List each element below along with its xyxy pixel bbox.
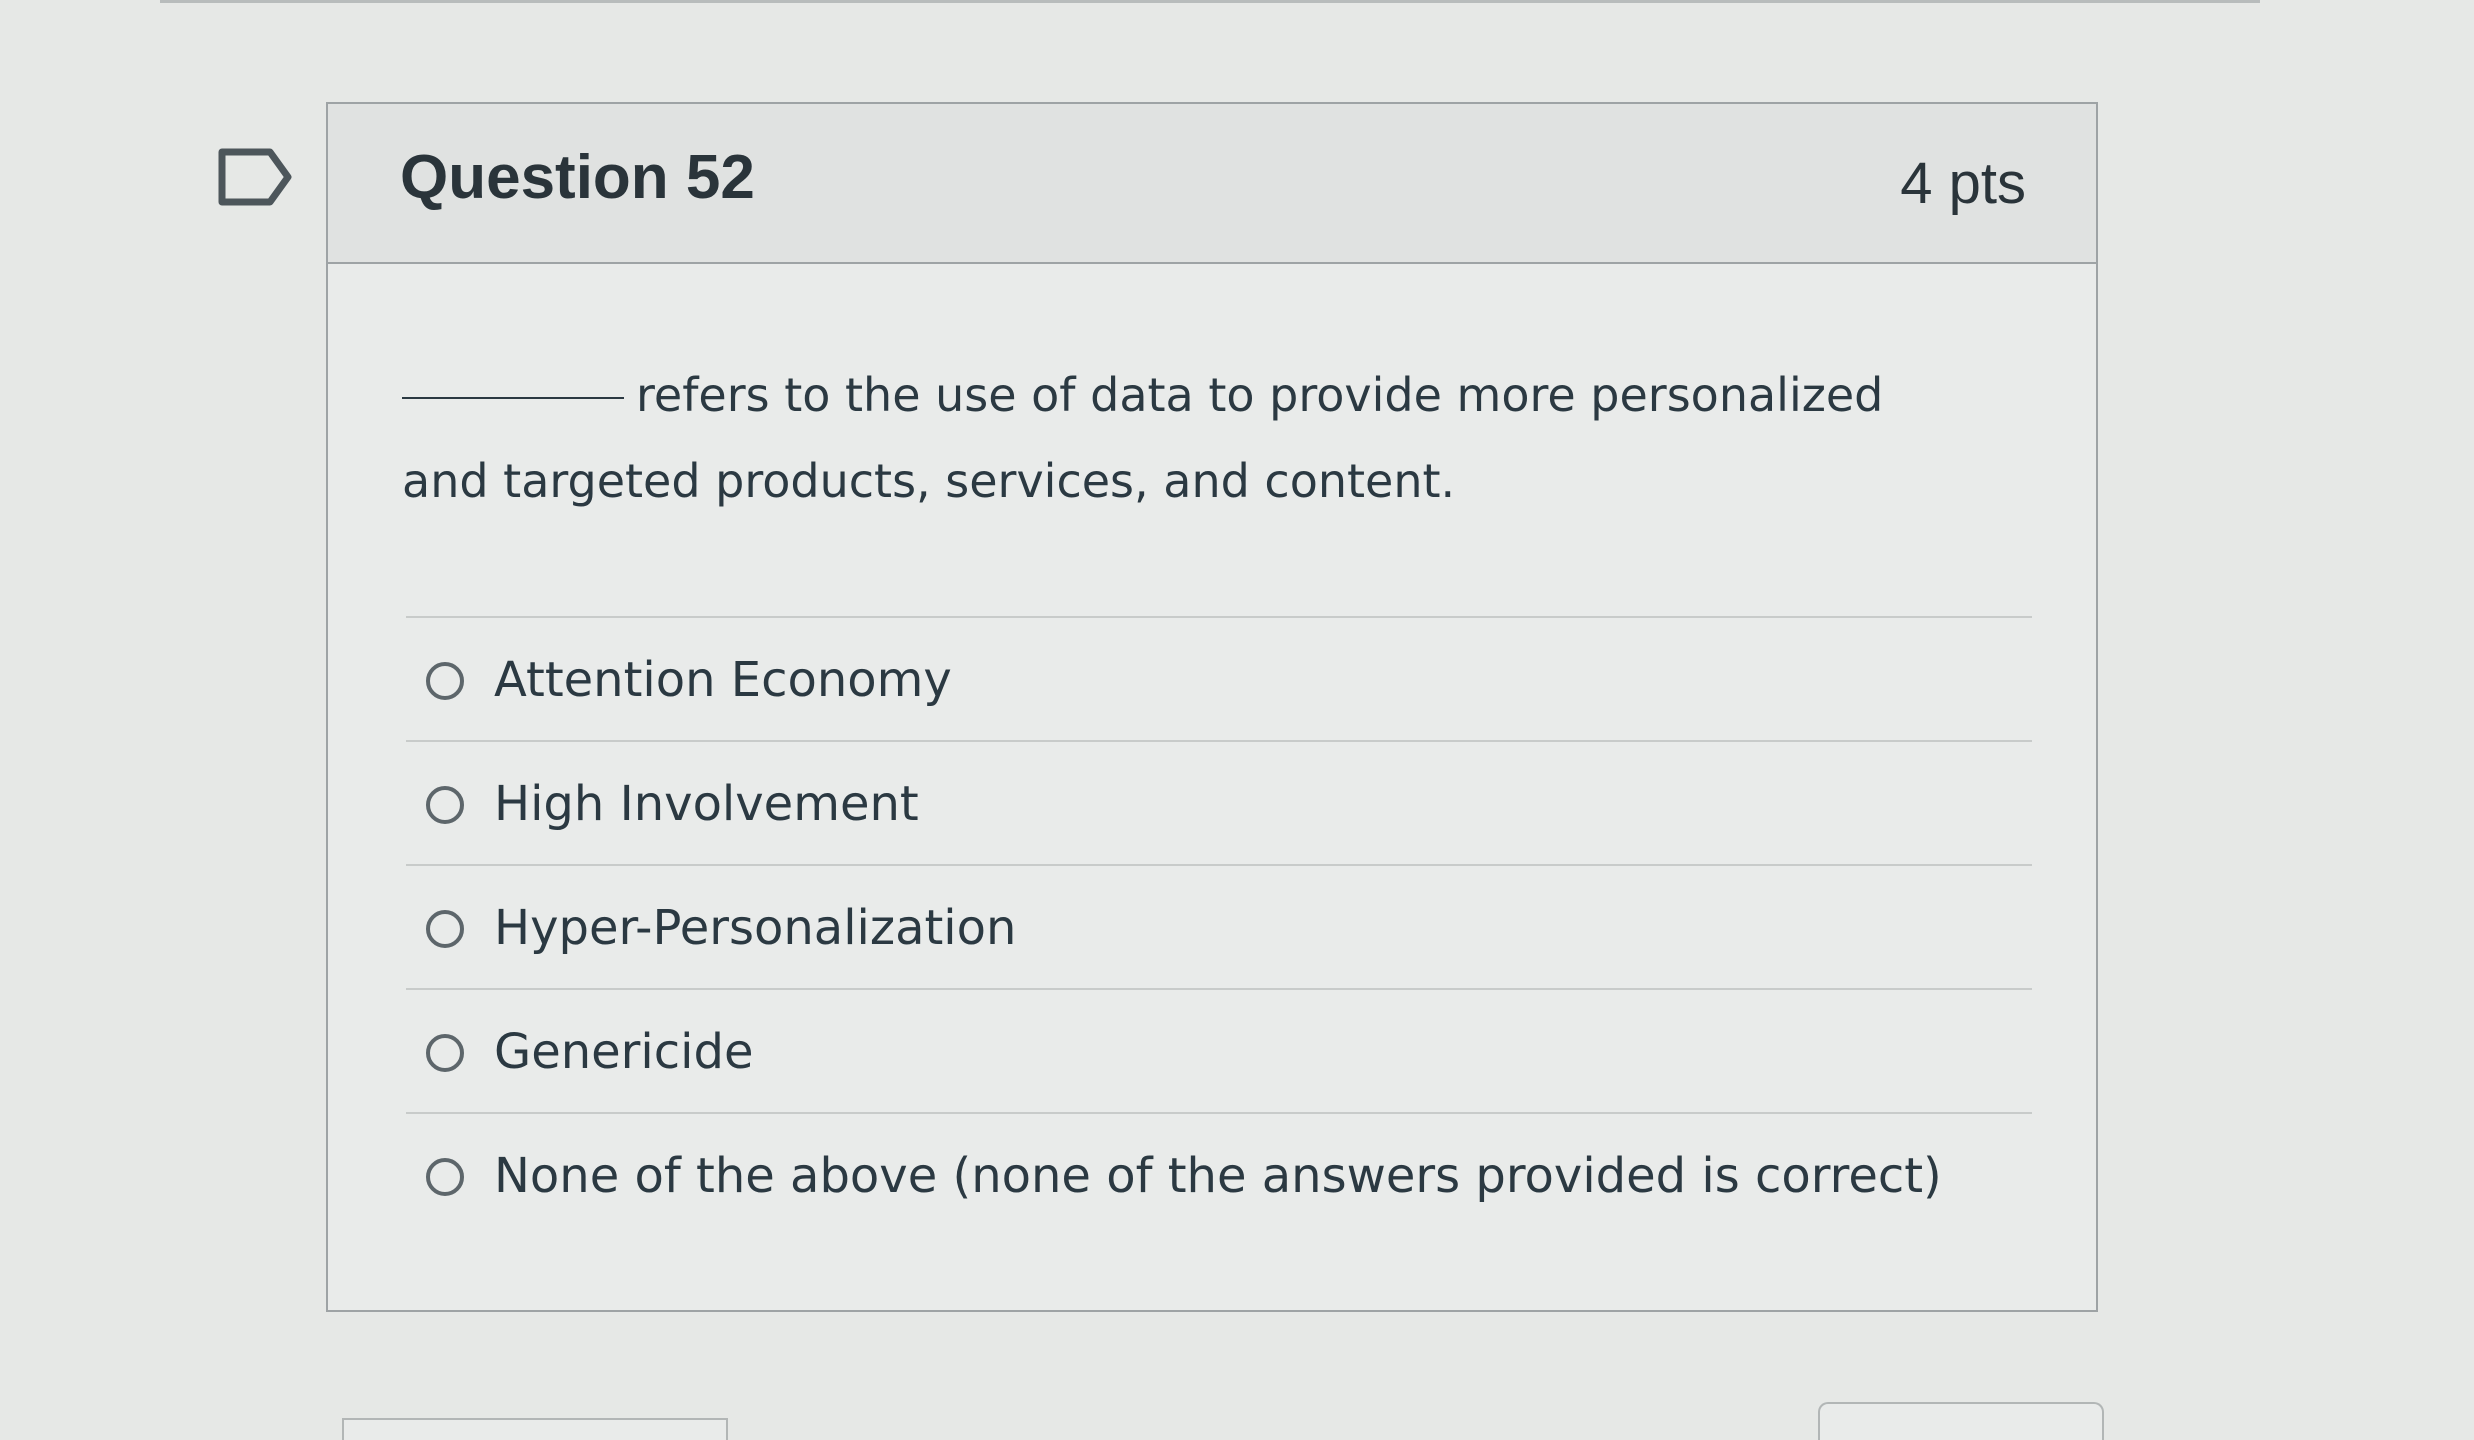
answer-label[interactable]: Genericide [494,1020,753,1084]
answer-label[interactable]: Hyper-Personalization [494,896,1016,960]
question-points: 4 pts [1900,151,2026,216]
question-header: Question 52 4 pts [328,104,2096,264]
answer-label[interactable]: Attention Economy [494,648,952,712]
answer-label[interactable]: High Involvement [494,772,919,836]
answer-list: Attention Economy High Involvement Hyper… [406,616,2032,1236]
question-text: refers to the use of data to provide mor… [402,368,1884,508]
top-divider [160,0,2260,3]
radio-button-icon[interactable] [426,1034,464,1072]
radio-button-icon[interactable] [426,786,464,824]
question-title: Question 52 [400,143,755,212]
flag-outline-icon[interactable] [218,148,292,206]
answer-option[interactable]: Hyper-Personalization [406,864,2032,988]
answer-option[interactable]: None of the above (none of the answers p… [406,1112,2032,1236]
answer-option[interactable]: Attention Economy [406,616,2032,740]
next-card-edge [342,1418,728,1440]
question-card: Question 52 4 pts refers to the use of d… [326,102,2098,1312]
fill-in-blank-line [402,397,624,399]
radio-button-icon[interactable] [426,662,464,700]
answer-label[interactable]: None of the above (none of the answers p… [494,1144,1942,1208]
question-text-block: refers to the use of data to provide mor… [402,352,1962,524]
answer-option[interactable]: Genericide [406,988,2032,1112]
answer-option[interactable]: High Involvement [406,740,2032,864]
radio-button-icon[interactable] [426,910,464,948]
next-button-edge[interactable] [1818,1402,2104,1440]
radio-button-icon[interactable] [426,1158,464,1196]
